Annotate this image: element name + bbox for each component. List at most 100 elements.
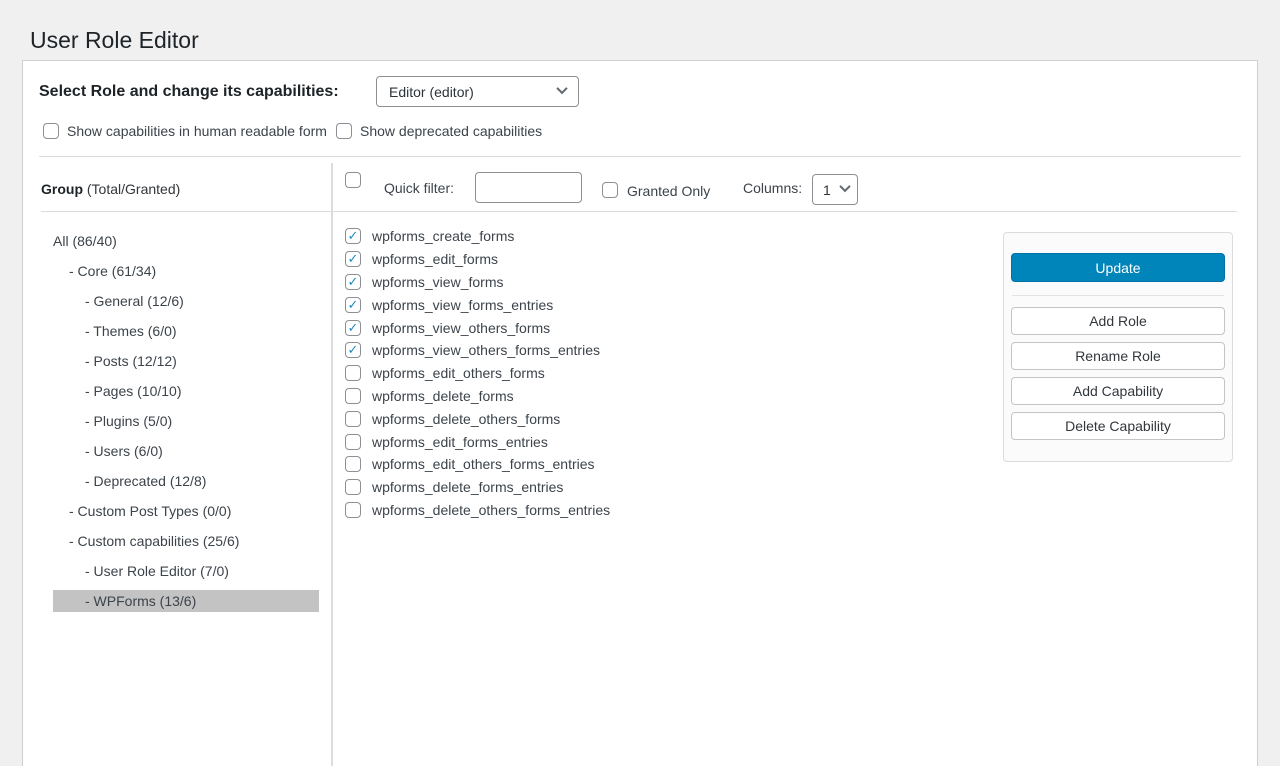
group-header-rest: (Total/Granted) xyxy=(83,181,180,197)
group-tree-item-label: - Custom Post Types (0/0) xyxy=(53,500,319,522)
capability-row: wpforms_delete_others_forms_entries xyxy=(345,499,610,522)
rename-role-button[interactable]: Rename Role xyxy=(1011,342,1225,370)
group-tree-item-label: - WPForms (13/6) xyxy=(53,590,319,612)
capability-label: wpforms_delete_others_forms xyxy=(372,411,560,427)
capability-row: wpforms_delete_forms_entries xyxy=(345,476,610,499)
capability-label: wpforms_view_forms xyxy=(372,274,503,290)
group-tree-item[interactable]: - Pages (10/10) xyxy=(53,376,319,406)
update-button[interactable]: Update xyxy=(1011,253,1225,282)
divider xyxy=(1012,295,1224,296)
capability-checkbox[interactable] xyxy=(345,228,361,244)
quick-filter-input[interactable] xyxy=(475,172,582,203)
show-deprecated-label: Show deprecated capabilities xyxy=(360,123,542,139)
capability-label: wpforms_edit_forms xyxy=(372,251,498,267)
group-tree-item[interactable]: - Custom Post Types (0/0) xyxy=(53,496,319,526)
show-deprecated-checkbox[interactable] xyxy=(336,123,352,139)
add-capability-button[interactable]: Add Capability xyxy=(1011,377,1225,405)
capability-checkbox[interactable] xyxy=(345,479,361,495)
quick-filter-label: Quick filter: xyxy=(384,180,454,196)
capability-checkbox[interactable] xyxy=(345,274,361,290)
page-title: User Role Editor xyxy=(30,26,199,56)
capability-checkbox[interactable] xyxy=(345,320,361,336)
group-tree-item[interactable]: - Themes (6/0) xyxy=(53,316,319,346)
select-all-checkbox[interactable] xyxy=(345,172,361,188)
group-tree-item[interactable]: - Users (6/0) xyxy=(53,436,319,466)
divider xyxy=(333,211,1237,212)
group-tree-item[interactable]: All (86/40) xyxy=(53,226,319,256)
capability-row: wpforms_view_forms_entries xyxy=(345,293,610,316)
capability-row: wpforms_view_others_forms xyxy=(345,316,610,339)
capability-checkbox[interactable] xyxy=(345,251,361,267)
granted-only-checkbox[interactable] xyxy=(602,182,618,198)
capability-label: wpforms_view_others_forms_entries xyxy=(372,342,600,358)
chevron-down-icon xyxy=(839,181,850,192)
capability-label: wpforms_edit_others_forms xyxy=(372,365,545,381)
columns-select[interactable]: 1 xyxy=(812,174,858,205)
capability-checkbox[interactable] xyxy=(345,411,361,427)
group-tree-item-label: - Deprecated (12/8) xyxy=(53,470,319,492)
group-tree-item[interactable]: - Deprecated (12/8) xyxy=(53,466,319,496)
capability-row: wpforms_create_forms xyxy=(345,225,610,248)
columns-select-value: 1 xyxy=(823,182,831,198)
capability-checkbox[interactable] xyxy=(345,388,361,404)
capability-row: wpforms_view_others_forms_entries xyxy=(345,339,610,362)
group-header-bold: Group xyxy=(41,181,83,197)
capability-row: wpforms_edit_others_forms xyxy=(345,362,610,385)
capability-label: wpforms_delete_forms_entries xyxy=(372,479,563,495)
capability-label: wpforms_view_others_forms xyxy=(372,320,550,336)
capability-label: wpforms_delete_forms xyxy=(372,388,514,404)
group-tree-item-label: - User Role Editor (7/0) xyxy=(53,560,319,582)
group-tree-item-label: - Core (61/34) xyxy=(53,260,319,282)
capability-checkbox[interactable] xyxy=(345,365,361,381)
role-select-value: Editor (editor) xyxy=(389,84,474,100)
capability-row: wpforms_delete_others_forms xyxy=(345,407,610,430)
group-tree-item-label: - Plugins (5/0) xyxy=(53,410,319,432)
group-tree-item[interactable]: - General (12/6) xyxy=(53,286,319,316)
capability-row: wpforms_edit_others_forms_entries xyxy=(345,453,610,476)
group-tree: All (86/40) - Core (61/34) - General (12/6… xyxy=(53,226,319,616)
group-column-header: Group (Total/Granted) xyxy=(41,181,180,197)
delete-capability-button[interactable]: Delete Capability xyxy=(1011,412,1225,440)
select-role-label: Select Role and change its capabilities: xyxy=(39,76,339,107)
human-readable-checkbox[interactable] xyxy=(43,123,59,139)
capability-row: wpforms_edit_forms_entries xyxy=(345,430,610,453)
capability-label: wpforms_view_forms_entries xyxy=(372,297,553,313)
column-divider xyxy=(331,163,333,766)
human-readable-label: Show capabilities in human readable form xyxy=(67,123,327,139)
group-tree-item-label: - Pages (10/10) xyxy=(53,380,319,402)
group-tree-item-label: - Themes (6/0) xyxy=(53,320,319,342)
capability-row: wpforms_view_forms xyxy=(345,271,610,294)
group-tree-item-label: - Custom capabilities (25/6) xyxy=(53,530,319,552)
capability-label: wpforms_edit_others_forms_entries xyxy=(372,456,595,472)
granted-only-label: Granted Only xyxy=(627,183,710,199)
divider xyxy=(41,211,332,212)
group-tree-item[interactable]: - Posts (12/12) xyxy=(53,346,319,376)
divider xyxy=(39,156,1241,157)
capability-checkbox[interactable] xyxy=(345,297,361,313)
group-tree-item[interactable]: - Custom capabilities (25/6) xyxy=(53,526,319,556)
group-tree-item-label: All (86/40) xyxy=(53,230,319,252)
capability-checkbox[interactable] xyxy=(345,434,361,450)
capability-label: wpforms_delete_others_forms_entries xyxy=(372,502,610,518)
capability-label: wpforms_edit_forms_entries xyxy=(372,434,548,450)
capabilities-list: wpforms_create_forms wpforms_edit_formswp… xyxy=(345,225,610,521)
capability-label: wpforms_create_forms xyxy=(372,228,514,244)
columns-label: Columns: xyxy=(743,180,802,196)
group-tree-item[interactable]: - User Role Editor (7/0) xyxy=(53,556,319,586)
group-tree-item[interactable]: - Core (61/34) xyxy=(53,256,319,286)
capability-row: wpforms_edit_forms xyxy=(345,248,610,271)
group-tree-item[interactable]: - WPForms (13/6) xyxy=(53,586,319,616)
capability-checkbox[interactable] xyxy=(345,502,361,518)
group-tree-item-label: - Posts (12/12) xyxy=(53,350,319,372)
chevron-down-icon xyxy=(556,83,567,94)
capability-checkbox[interactable] xyxy=(345,456,361,472)
group-tree-item-label: - Users (6/0) xyxy=(53,440,319,462)
capability-checkbox[interactable] xyxy=(345,342,361,358)
group-tree-item-label: - General (12/6) xyxy=(53,290,319,312)
actions-box: Update Add Role Rename Role Add Capabili… xyxy=(1003,232,1233,462)
editor-panel: Select Role and change its capabilities:… xyxy=(22,60,1258,766)
add-role-button[interactable]: Add Role xyxy=(1011,307,1225,335)
capability-row: wpforms_delete_forms xyxy=(345,385,610,408)
group-tree-item[interactable]: - Plugins (5/0) xyxy=(53,406,319,436)
role-select[interactable]: Editor (editor) xyxy=(376,76,579,107)
